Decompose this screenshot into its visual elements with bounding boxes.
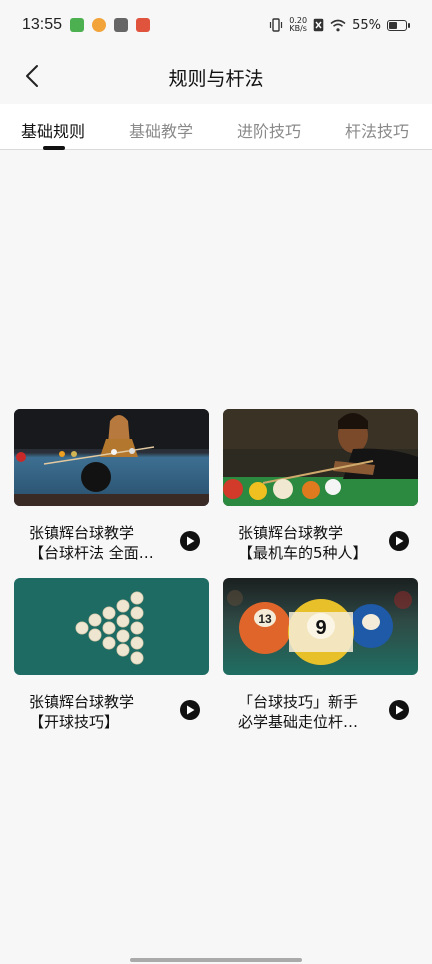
- billiards-woman-thumbnail: [14, 409, 209, 506]
- play-button[interactable]: [180, 531, 200, 551]
- video-title-line2: 【最机车的5种人】: [238, 544, 368, 562]
- video-title-line2: 【开球技巧】: [29, 713, 120, 731]
- break-rack-thumbnail: [14, 578, 209, 675]
- tab-advanced-skills[interactable]: 进阶技巧: [237, 118, 301, 142]
- play-button[interactable]: [180, 700, 200, 720]
- video-title[interactable]: 「台球技巧」新手 必学基础走位杆…: [238, 692, 388, 732]
- tab-basic-teaching[interactable]: 基础教学: [129, 118, 193, 142]
- video-card[interactable]: 张镇辉台球教学 【台球杆法 全面…: [14, 409, 209, 562]
- video-title-line1: 张镇辉台球教学: [238, 524, 344, 542]
- status-bar: 13:55 0.20 KB/s 55%: [0, 0, 432, 50]
- video-title[interactable]: 张镇辉台球教学 【最机车的5种人】: [238, 523, 388, 563]
- battery-icon: [387, 19, 410, 31]
- video-title-line1: 张镇辉台球教学: [29, 524, 135, 542]
- play-icon: [186, 705, 194, 715]
- play-icon: [186, 536, 194, 546]
- video-thumbnail[interactable]: 13 9: [223, 578, 418, 675]
- ball-13-label: 13: [258, 612, 272, 626]
- video-card[interactable]: 13 9 「台球技巧」新手 必学基础走位杆…: [223, 578, 418, 731]
- tab-bar: 基础规则 基础教学 进阶技巧 杆法技巧: [0, 104, 432, 150]
- header: 规则与杆法: [0, 50, 432, 104]
- page-title: 规则与杆法: [168, 67, 264, 90]
- tab-basic-rules[interactable]: 基础规则: [21, 118, 85, 142]
- video-title-line1: 张镇辉台球教学: [29, 693, 135, 711]
- no-sim-icon: [313, 18, 324, 32]
- home-indicator[interactable]: [130, 958, 302, 962]
- status-time: 13:55: [22, 16, 63, 33]
- chevron-left-icon: [26, 65, 38, 87]
- app-red-notification-icon: [136, 18, 151, 32]
- play-icon: [395, 705, 403, 715]
- video-title[interactable]: 张镇辉台球教学 【开球技巧】: [29, 692, 179, 732]
- video-card[interactable]: 张镇辉台球教学 【最机车的5种人】: [223, 409, 418, 562]
- weibo-notification-icon: [92, 18, 107, 32]
- wifi-icon: [330, 19, 346, 31]
- status-right: 0.20 KB/s 55%: [269, 17, 410, 33]
- back-button[interactable]: [18, 62, 46, 90]
- ball-9-label: 9: [315, 617, 326, 639]
- play-icon: [395, 536, 403, 546]
- video-thumbnail[interactable]: [14, 578, 209, 675]
- video-title-line2: 【台球杆法 全面…: [29, 544, 154, 562]
- video-title-line2: 必学基础走位杆…: [238, 713, 359, 731]
- video-title[interactable]: 张镇辉台球教学 【台球杆法 全面…: [29, 523, 179, 563]
- pool-balls-thumbnail: 13 9: [223, 578, 418, 675]
- status-left: 13:55: [22, 16, 151, 34]
- video-title-line1: 「台球技巧」新手: [238, 693, 359, 711]
- app-notification-icon: [70, 18, 85, 32]
- app-grid-notification-icon: [114, 18, 129, 32]
- video-thumbnail[interactable]: [14, 409, 209, 506]
- play-button[interactable]: [389, 700, 409, 720]
- video-card[interactable]: 张镇辉台球教学 【开球技巧】: [14, 578, 209, 731]
- vibrate-icon: [270, 18, 283, 32]
- active-tab-indicator: [43, 146, 65, 150]
- tab-cue-techniques[interactable]: 杆法技巧: [345, 118, 409, 142]
- video-thumbnail[interactable]: [223, 409, 418, 506]
- network-speed-unit: KB/s: [289, 24, 307, 33]
- network-speed: 0.20 KB/s: [289, 17, 307, 33]
- billiards-man-thumbnail: [223, 409, 418, 506]
- play-button[interactable]: [389, 531, 409, 551]
- battery-percent: 55%: [352, 17, 381, 33]
